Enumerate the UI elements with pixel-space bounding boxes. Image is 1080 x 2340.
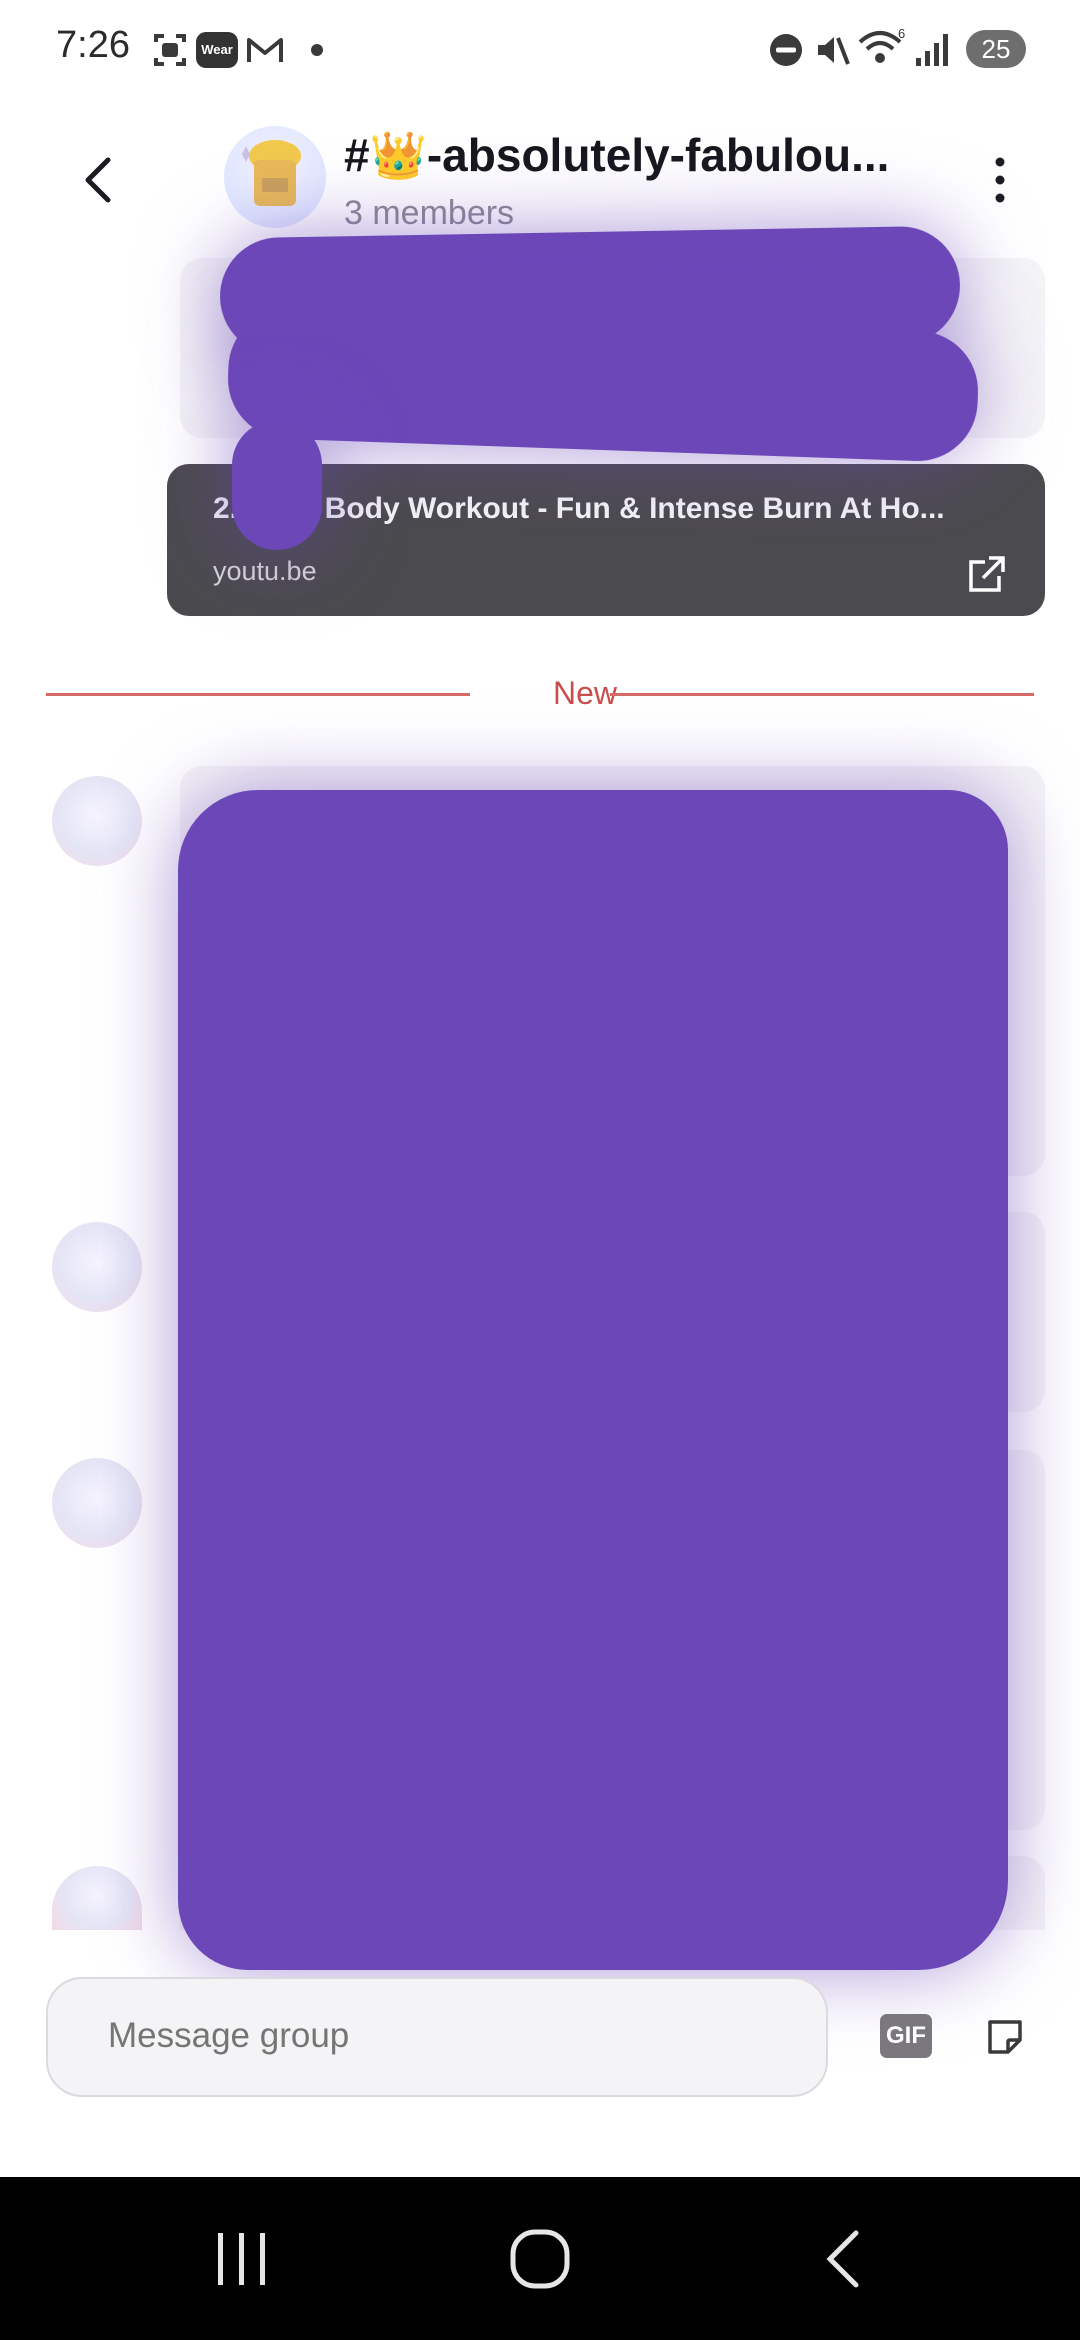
redaction-scribble bbox=[225, 306, 981, 464]
group-avatar[interactable] bbox=[224, 126, 326, 228]
clock: 7:26 bbox=[56, 24, 130, 66]
signal-icon bbox=[916, 34, 948, 66]
do-not-disturb-icon bbox=[770, 34, 802, 66]
mute-icon bbox=[818, 37, 850, 65]
gif-button[interactable]: GIF bbox=[880, 2014, 932, 2058]
member-count[interactable]: 3 members bbox=[344, 194, 514, 233]
group-title[interactable]: #👑-absolutely-fabulou... bbox=[344, 128, 904, 183]
back-nav-icon[interactable] bbox=[818, 2227, 868, 2291]
divider-line-left bbox=[46, 693, 470, 696]
user-avatar[interactable] bbox=[52, 1866, 142, 1930]
user-avatar[interactable] bbox=[52, 1222, 142, 1312]
recent-apps-icon[interactable] bbox=[212, 2231, 272, 2287]
wifi-icon: 6 bbox=[858, 26, 905, 63]
status-bar: 7:26 Wear 6 25 bbox=[0, 0, 1080, 100]
screenshot-icon bbox=[154, 34, 186, 66]
link-title: 2... Full Body Workout - Fun & Intense B… bbox=[213, 492, 945, 525]
notification-dot-icon bbox=[311, 44, 323, 56]
battery-indicator: 25 bbox=[966, 30, 1026, 68]
group-avatar-image bbox=[242, 140, 301, 206]
redaction-scribble bbox=[178, 790, 1008, 1970]
back-button[interactable] bbox=[70, 150, 130, 210]
message-input[interactable] bbox=[106, 2015, 790, 2057]
wifi-badge: 6 bbox=[898, 26, 905, 41]
system-nav-bar bbox=[0, 2177, 1080, 2340]
gmail-icon bbox=[247, 38, 283, 62]
user-avatar[interactable] bbox=[52, 1458, 142, 1548]
redaction-scribble bbox=[232, 420, 322, 550]
home-icon[interactable] bbox=[508, 2227, 572, 2291]
new-messages-divider: New bbox=[46, 675, 1034, 715]
wear-icon: Wear bbox=[196, 32, 238, 68]
more-options-button[interactable] bbox=[980, 150, 1020, 210]
user-avatar[interactable] bbox=[52, 776, 142, 866]
divider-line-right bbox=[610, 693, 1034, 696]
link-domain: youtu.be bbox=[213, 556, 317, 586]
message-composer[interactable] bbox=[46, 1977, 828, 2097]
external-link-icon[interactable] bbox=[965, 552, 1009, 596]
sticker-icon[interactable] bbox=[984, 2016, 1026, 2058]
